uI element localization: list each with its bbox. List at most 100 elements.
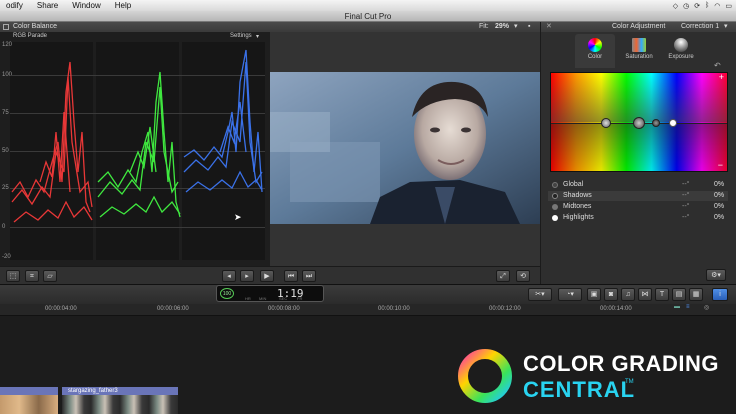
viewer-options-icon[interactable]: ▪ — [528, 22, 530, 32]
correction-chevron-icon[interactable]: ▾ — [724, 22, 728, 32]
menu-modify[interactable]: odify — [6, 1, 23, 10]
skip-back-icon[interactable]: ⏮ — [284, 270, 298, 282]
highlights-puck[interactable] — [669, 119, 677, 127]
row-highlights-angle[interactable]: --° — [682, 213, 689, 223]
minus-icon: − — [717, 160, 723, 170]
clip-bar-left[interactable] — [0, 387, 58, 395]
ruler-mark: 00:00:14:00 — [600, 306, 632, 312]
tc-label-min: MIN — [259, 296, 267, 301]
tab-saturation-label: Saturation — [625, 54, 653, 60]
row-highlights-label: Highlights — [563, 214, 594, 221]
color-board[interactable]: + − — [550, 72, 728, 172]
clip-bar-stargazing[interactable]: stargazing_father3 — [62, 387, 178, 395]
timeline-ruler[interactable]: 00:00:04:00 00:00:06:00 00:00:08:00 00:0… — [0, 304, 736, 316]
dropbox-icon[interactable]: ◇ — [673, 2, 678, 10]
menu-help[interactable]: Help — [115, 1, 131, 10]
ruler-mark: 00:00:06:00 — [157, 306, 189, 312]
viewer-header: Fit: 29% ▾ ▪ — [270, 22, 540, 32]
midtones-puck[interactable] — [652, 119, 660, 127]
color-grading-central-logo: COLOR GRADING CENTRAL TM — [455, 342, 735, 410]
video-frame[interactable] — [270, 72, 540, 224]
scope-title: Color Balance — [13, 23, 57, 30]
shadows-puck[interactable] — [633, 117, 645, 129]
tc-label-fr: FR — [297, 296, 303, 301]
inspector-icon[interactable]: i — [712, 288, 728, 301]
distort-icon[interactable]: ▱ — [43, 270, 57, 282]
midtones-dot-icon — [552, 204, 558, 210]
row-midtones[interactable]: Midtones --° 0% — [548, 202, 728, 212]
generators-icon[interactable]: ▤ — [672, 288, 686, 301]
color-wheel-icon — [588, 38, 602, 52]
reset-icon[interactable]: ↶ — [714, 61, 721, 70]
titles-icon[interactable]: T — [655, 288, 669, 301]
wifi-icon[interactable]: ◠ — [714, 2, 720, 10]
video-image — [270, 72, 540, 224]
tab-color[interactable]: Color — [575, 34, 615, 68]
clip-thumbnails-stargazing[interactable] — [62, 395, 178, 414]
row-highlights-percent[interactable]: 0% — [714, 213, 724, 223]
row-midtones-label: Midtones — [563, 203, 592, 210]
menu-window[interactable]: Window — [72, 1, 100, 10]
global-dot-icon — [552, 182, 558, 188]
transitions-icon[interactable]: ⋈ — [638, 288, 652, 301]
rgb-parade-scope: RGB Parade Settings ▾ 120 100 75 50 25 0… — [0, 32, 270, 266]
logo-line2: CENTRAL — [523, 377, 636, 402]
row-midtones-angle[interactable]: --° — [682, 202, 689, 212]
loop-icon[interactable]: ⟲ — [516, 270, 530, 282]
row-midtones-percent[interactable]: 0% — [714, 202, 724, 212]
fullscreen-icon[interactable]: ⬚ — [6, 270, 20, 282]
scope-icon — [3, 24, 9, 30]
close-icon[interactable]: ✕ — [546, 22, 552, 32]
row-shadows-angle[interactable]: --° — [682, 191, 689, 201]
row-global-percent[interactable]: 0% — [714, 180, 724, 190]
bluetooth-icon[interactable]: ᛒ — [705, 2, 709, 9]
logo-ring-icon — [458, 349, 512, 403]
global-puck[interactable] — [601, 118, 611, 128]
inspector-gear-icon[interactable]: ⚙▾ — [706, 269, 726, 281]
music-icon[interactable]: ♫ — [621, 288, 635, 301]
expand-icon[interactable]: ⤢ — [496, 270, 510, 282]
ruler-mark: 00:00:08:00 — [268, 306, 300, 312]
ruler-mark: 00:00:04:00 — [45, 306, 77, 312]
ruler-mark: 00:00:12:00 — [489, 306, 521, 312]
themes-icon[interactable]: ▦ — [689, 288, 703, 301]
menu-share[interactable]: Share — [37, 1, 58, 10]
play-around-icon[interactable]: ▸ — [240, 270, 254, 282]
clip-thumbnails-left[interactable] — [0, 395, 58, 414]
timer-icon[interactable]: ◷ — [683, 2, 689, 10]
crop-icon[interactable]: ⌗ — [25, 270, 39, 282]
row-global[interactable]: Global --° 0% — [548, 180, 728, 190]
correction-selector[interactable]: Correction 1 — [681, 22, 719, 32]
waveform-traces — [11, 49, 263, 223]
zoom-icon[interactable]: ◎ — [704, 304, 709, 311]
fit-value[interactable]: 29% — [495, 22, 509, 32]
prev-edit-icon[interactable]: ◂ — [222, 270, 236, 282]
fit-chevron-icon[interactable]: ▾ — [514, 22, 518, 32]
camera-icon[interactable]: ◙ — [604, 288, 618, 301]
percent-badge: 100 — [220, 288, 234, 299]
row-shadows[interactable]: Shadows --° 0% — [548, 191, 728, 201]
retime-icon[interactable]: ◔▾ — [558, 288, 582, 301]
play-icon[interactable]: ▶ — [260, 270, 274, 282]
row-global-angle[interactable]: --° — [682, 180, 689, 190]
sync-icon[interactable]: ⟳ — [694, 2, 700, 10]
snapping-icon[interactable]: ▬ — [674, 304, 680, 310]
row-shadows-percent[interactable]: 0% — [714, 191, 724, 201]
tc-label-sec: SEC — [279, 296, 288, 301]
tools-menu-icon[interactable]: ✂▾ — [528, 288, 552, 301]
photo-browser-icon[interactable]: ▣ — [587, 288, 601, 301]
timecode-display[interactable]: 100 1:19 HR MIN SEC FR — [216, 285, 324, 302]
exposure-icon — [674, 38, 688, 52]
fit-label: Fit: — [479, 23, 489, 30]
tc-label-hr: HR — [245, 296, 251, 301]
tab-saturation[interactable]: Saturation — [619, 34, 659, 68]
highlights-dot-icon — [552, 215, 558, 221]
mouse-cursor-icon: ➤ — [234, 212, 242, 222]
audio-skim-icon[interactable]: ≡ — [686, 304, 690, 310]
row-global-label: Global — [563, 181, 584, 188]
battery-icon[interactable]: ▭ — [725, 2, 732, 10]
skip-forward-icon[interactable]: ⏭ — [302, 270, 316, 282]
tab-exposure[interactable]: Exposure — [661, 34, 701, 68]
row-highlights[interactable]: Highlights --° 0% — [548, 213, 728, 223]
green-waveform — [97, 71, 181, 218]
